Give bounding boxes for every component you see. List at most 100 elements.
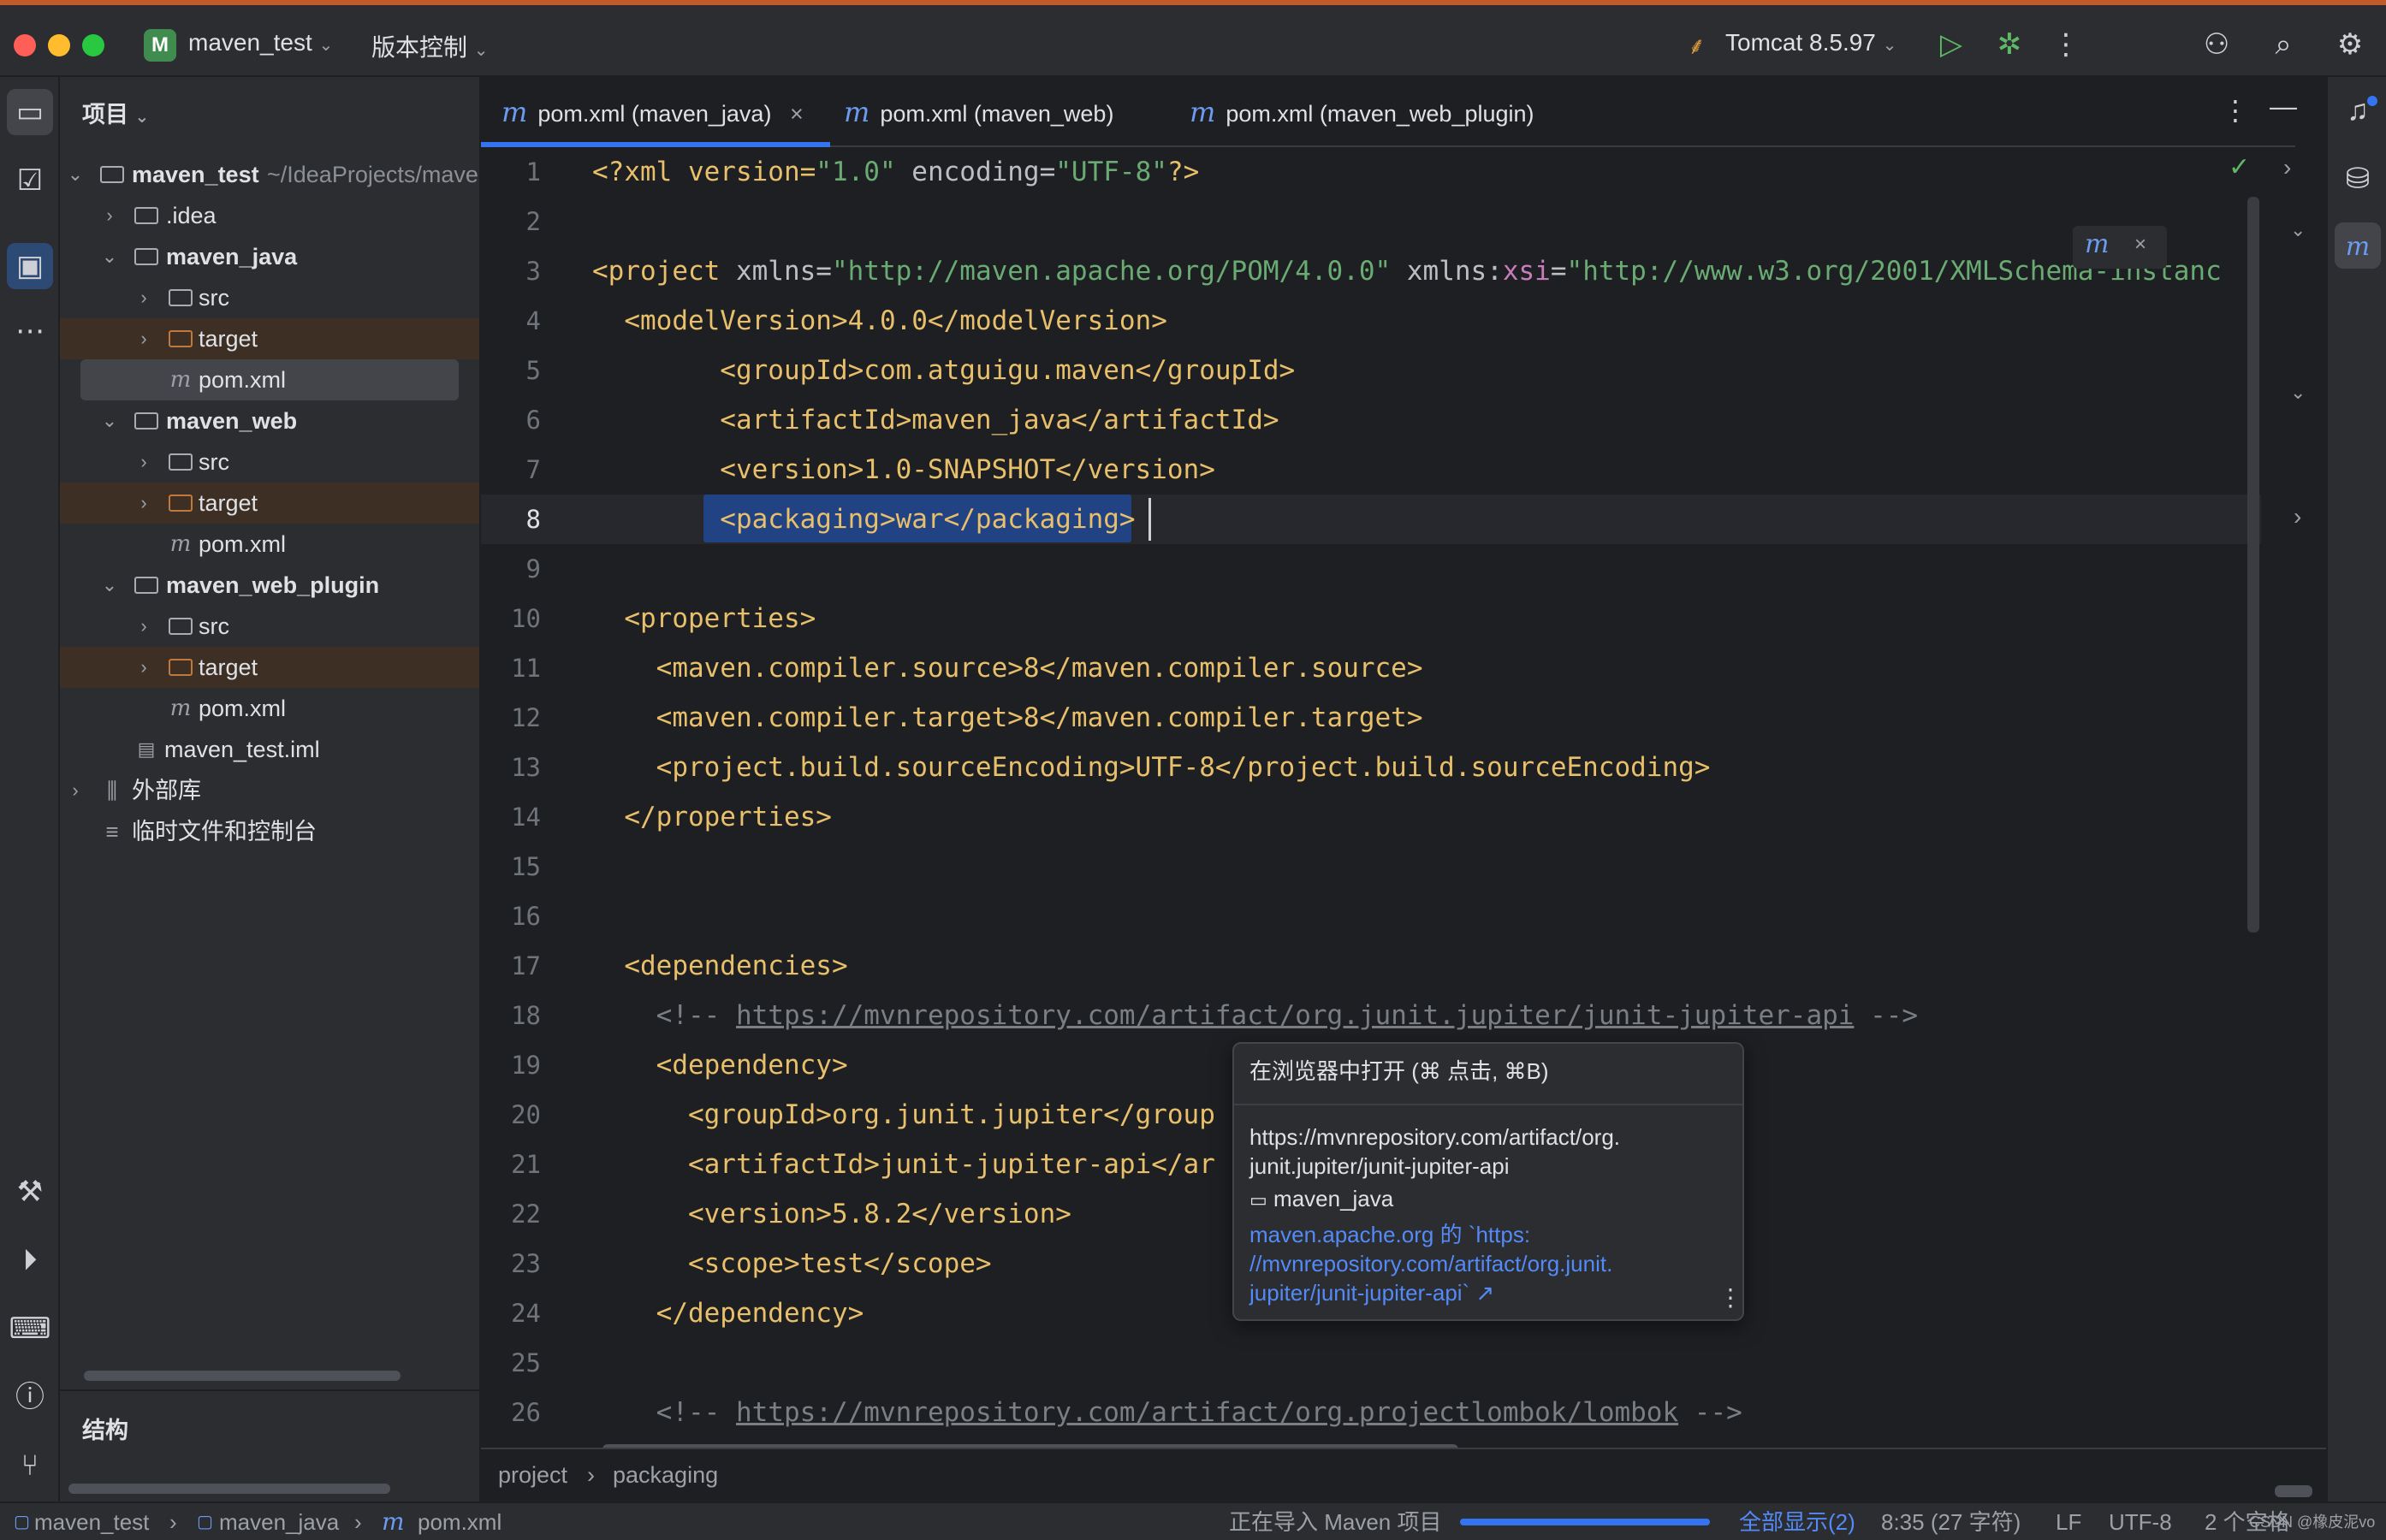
run-config-selector[interactable]: Tomcat 8.5.97 ⌄ — [1725, 29, 1896, 56]
tree-item-target[interactable]: › target — [60, 318, 479, 359]
services-icon[interactable]: ⏵ — [7, 1237, 53, 1283]
watermark: CSDN @橡皮泥vo — [2249, 1513, 2376, 1531]
tree-item-external-libraries[interactable]: › ⫼ 外部库 — [60, 770, 479, 811]
tree-item-src[interactable]: › src — [60, 606, 479, 647]
minimize-panel-icon[interactable]: — — [2270, 91, 2297, 122]
tree-item-target[interactable]: › target — [60, 647, 479, 688]
chevron-right-icon[interactable]: › — [2283, 154, 2291, 181]
tree-item-pom-xml[interactable]: m pom.xml — [60, 688, 479, 729]
import-progress-bar — [1460, 1519, 1710, 1525]
line-number: 6 — [525, 406, 541, 435]
close-icon[interactable]: × — [2134, 233, 2146, 257]
maven-tool-icon[interactable]: m — [2335, 222, 2381, 269]
iml-file-icon: ▤ — [137, 738, 156, 760]
vcs-menu[interactable]: 版本控制 ⌄ — [371, 29, 489, 63]
project-folder-icon[interactable]: ▭ — [7, 89, 53, 135]
maven-reload-floating-toolbar: m × — [2073, 226, 2167, 269]
more-actions-icon[interactable]: ⋮ — [2047, 27, 2085, 62]
tree-item-maven-test-iml[interactable]: ▤ maven_test.iml — [60, 729, 479, 770]
tree-item-maven-test[interactable]: ⌄ maven_test ~/IdeaProjects/mave — [60, 154, 479, 195]
no-problems-check-icon[interactable]: ✓ — [2229, 152, 2250, 182]
tree-item-scratches[interactable]: ≡ 临时文件和控制台 — [60, 811, 479, 852]
background-task-label[interactable]: 正在导入 Maven 项目 — [1229, 1503, 1442, 1540]
import-progress-fill — [1460, 1519, 1710, 1525]
line-number: 26 — [511, 1398, 541, 1427]
maven-file-icon: m — [1190, 96, 1216, 128]
module-folder-icon — [132, 565, 161, 606]
zoom-window-button[interactable] — [82, 34, 104, 56]
tree-item-maven-web-plugin[interactable]: ⌄ maven_web_plugin — [60, 565, 479, 606]
popup-link-line2[interactable]: //mvnrepository.com/artifact/org.junit. — [1249, 1249, 1612, 1278]
popup-more-icon[interactable]: ⋮ — [1718, 1283, 1742, 1312]
line-number: 15 — [511, 852, 541, 881]
line-separator[interactable]: LF — [2056, 1503, 2081, 1540]
close-tab-icon[interactable]: × — [790, 101, 804, 127]
more-tools-icon[interactable]: ⋯ — [7, 308, 53, 354]
chevron-down-icon: ⌄ — [101, 246, 118, 267]
problems-icon[interactable]: ⓘ — [7, 1374, 53, 1420]
project-name-menu[interactable]: maven_test ⌄ — [188, 29, 333, 56]
settings-gear-icon[interactable]: ⚙ — [2331, 27, 2369, 62]
chevron-down-icon: ⌄ — [134, 108, 150, 127]
structure-horizontal-scrollbar[interactable] — [68, 1484, 390, 1494]
file-encoding[interactable]: UTF-8 — [2109, 1503, 2172, 1540]
chevron-right-icon: › — [140, 615, 147, 637]
chevron-right-icon: › — [140, 451, 147, 472]
text-caret — [1148, 498, 1151, 541]
tab-pom-maven-web-plugin[interactable]: m pom.xml (maven_web_plugin) — [1190, 77, 1534, 147]
line-number: 18 — [511, 1001, 541, 1030]
tree-horizontal-scrollbar[interactable] — [84, 1371, 401, 1381]
tree-item-maven-web[interactable]: ⌄ maven_web — [60, 400, 479, 441]
terminal-icon[interactable]: ⌨ — [7, 1306, 53, 1352]
tree-item-src[interactable]: › src — [60, 441, 479, 483]
tree-item-idea[interactable]: › .idea — [60, 195, 479, 236]
git-branch-icon[interactable]: ⑂ — [7, 1442, 53, 1489]
popup-link-line3[interactable]: jupiter/junit-jupiter-api` ↗ — [1249, 1278, 1494, 1307]
chevron-down-icon: ⌄ — [101, 574, 118, 595]
status-path-project[interactable]: maven_test — [34, 1503, 149, 1540]
tree-item-maven-java[interactable]: ⌄ maven_java — [60, 236, 479, 277]
vertical-scrollbar[interactable] — [2247, 197, 2259, 933]
status-path-file[interactable]: pom.xml — [418, 1503, 502, 1540]
structure-icon[interactable]: ▣ — [7, 243, 53, 289]
popup-link-line1[interactable]: maven.apache.org 的 `https: — [1249, 1220, 1530, 1249]
module-folder-icon — [98, 154, 127, 195]
line-number: 2 — [525, 207, 541, 236]
status-path-module[interactable]: maven_java — [219, 1503, 339, 1540]
comment-url-link[interactable]: https://mvnrepository.com/artifact/org.p… — [736, 1397, 1678, 1428]
tab-pom-maven-web[interactable]: m pom.xml (maven_web) — [844, 77, 1113, 147]
line-number: 21 — [511, 1150, 541, 1179]
show-all-tasks-link[interactable]: 全部显示(2) — [1739, 1503, 1855, 1540]
tree-item-pom-xml-selected[interactable]: m pom.xml — [80, 359, 459, 400]
chevron-down-icon[interactable]: ⌄ — [2290, 382, 2306, 404]
tab-options-icon[interactable]: ⋮ — [2222, 94, 2249, 127]
search-icon[interactable]: ⌕ — [2264, 27, 2302, 62]
project-panel-title[interactable]: 项目 ⌄ — [82, 96, 149, 129]
structure-panel-title[interactable]: 结构 — [82, 1412, 128, 1445]
close-window-button[interactable] — [14, 34, 36, 56]
tree-item-src[interactable]: › src — [60, 277, 479, 318]
notifications-bell-icon[interactable]: ♫ — [2335, 87, 2381, 133]
commit-icon[interactable]: ☑ — [7, 157, 53, 204]
breadcrumb-packaging[interactable]: packaging — [613, 1449, 718, 1501]
tab-pom-maven-java[interactable]: m pom.xml (maven_java) × — [502, 77, 804, 147]
caret-position[interactable]: 8:35 (27 字符) — [1881, 1503, 2021, 1540]
debug-icon[interactable]: ✲ — [1991, 27, 2028, 62]
comment-url-link[interactable]: https://mvnrepository.com/artifact/org.j… — [736, 1000, 1854, 1031]
chevron-down-icon[interactable]: ⌄ — [2290, 219, 2306, 241]
database-icon[interactable]: ⛁ — [2335, 156, 2381, 202]
minimize-window-button[interactable] — [48, 34, 70, 56]
tree-item-pom-xml[interactable]: m pom.xml — [60, 524, 479, 565]
add-user-icon[interactable]: ⚇ — [2198, 27, 2235, 62]
tree-item-target[interactable]: › target — [60, 483, 479, 524]
maven-reload-icon[interactable]: m — [2085, 229, 2109, 259]
build-hammer-icon[interactable]: ⚒ — [7, 1169, 53, 1215]
editor-scroll-thumb[interactable] — [2275, 1485, 2312, 1497]
breadcrumb-separator: › — [587, 1462, 595, 1488]
chevron-right-icon[interactable]: › — [2294, 503, 2301, 530]
line-number: 8 — [525, 505, 541, 534]
breadcrumb-project[interactable]: project — [498, 1449, 567, 1501]
title-bar: M maven_test ⌄ 版本控制 ⌄ ⸙ Tomcat 8.5.97 ⌄ … — [0, 0, 2386, 77]
popup-header[interactable]: 在浏览器中打开 (⌘ 点击, ⌘B) — [1249, 1054, 1549, 1086]
run-icon[interactable]: ▷ — [1932, 27, 1970, 62]
